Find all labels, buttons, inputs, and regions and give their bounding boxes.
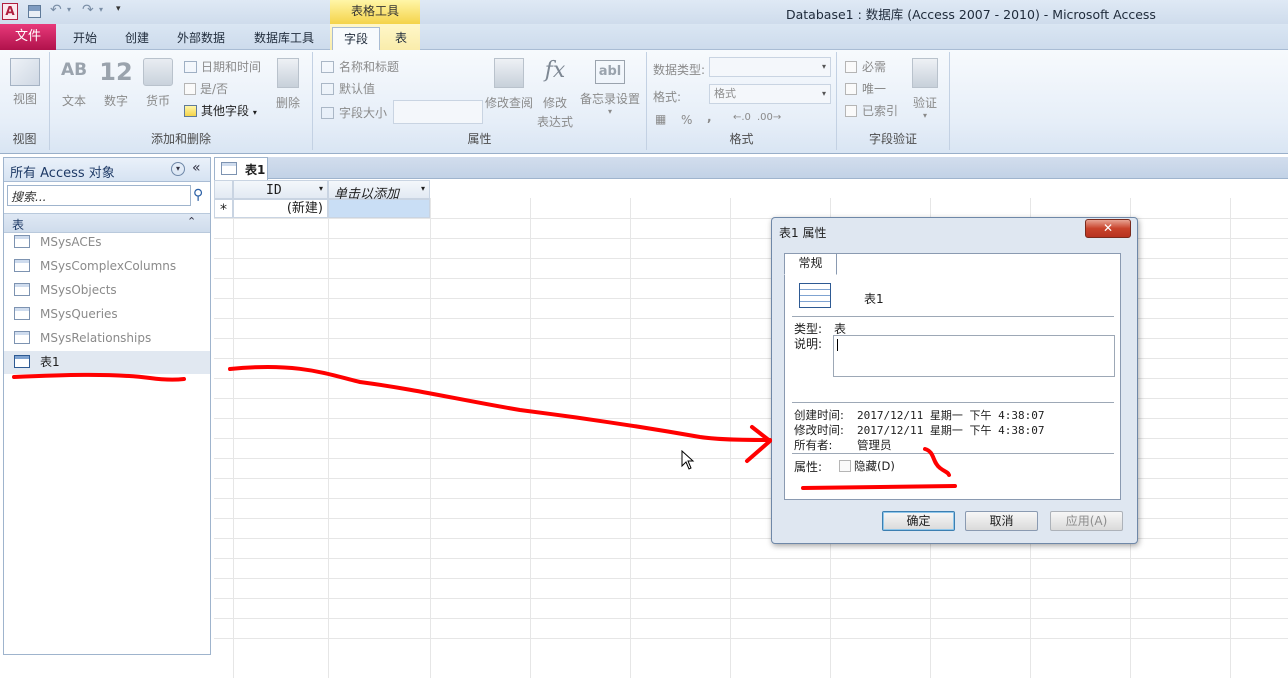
annotation-mark-owner [923, 447, 951, 477]
annotation-arrow-head [745, 425, 772, 463]
annotation-underline-table1 [12, 372, 186, 382]
annotation-underline-hidden [801, 484, 957, 490]
annotation-arrow-line [228, 365, 772, 442]
red-annotation-overlay [12, 365, 957, 490]
